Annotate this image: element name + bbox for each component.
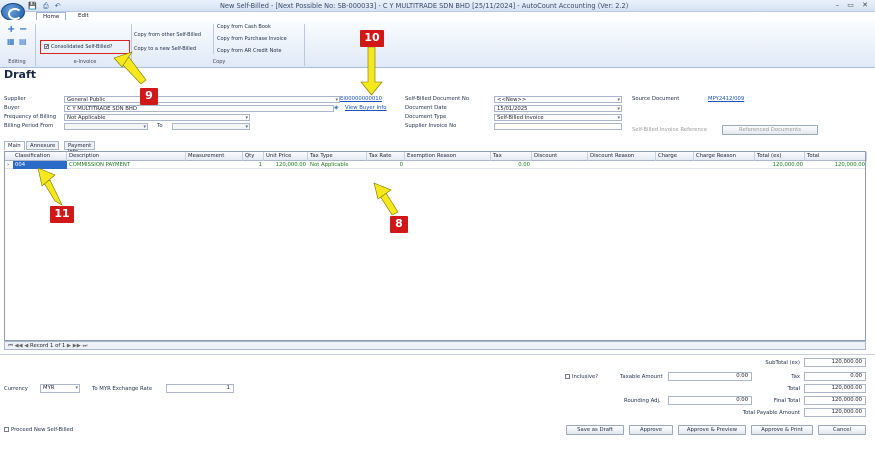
annotation-arrows: [37, 46, 399, 216]
arrow-8: [379, 192, 399, 216]
annotation-badge-10: 10: [360, 30, 384, 47]
annotation-badge-8: 8: [390, 216, 408, 233]
arrow-10: [360, 46, 383, 96]
annotation-badge-11: 11: [50, 206, 74, 223]
arrow-11: [43, 179, 63, 206]
annotation-badge-9: 9: [140, 88, 158, 105]
